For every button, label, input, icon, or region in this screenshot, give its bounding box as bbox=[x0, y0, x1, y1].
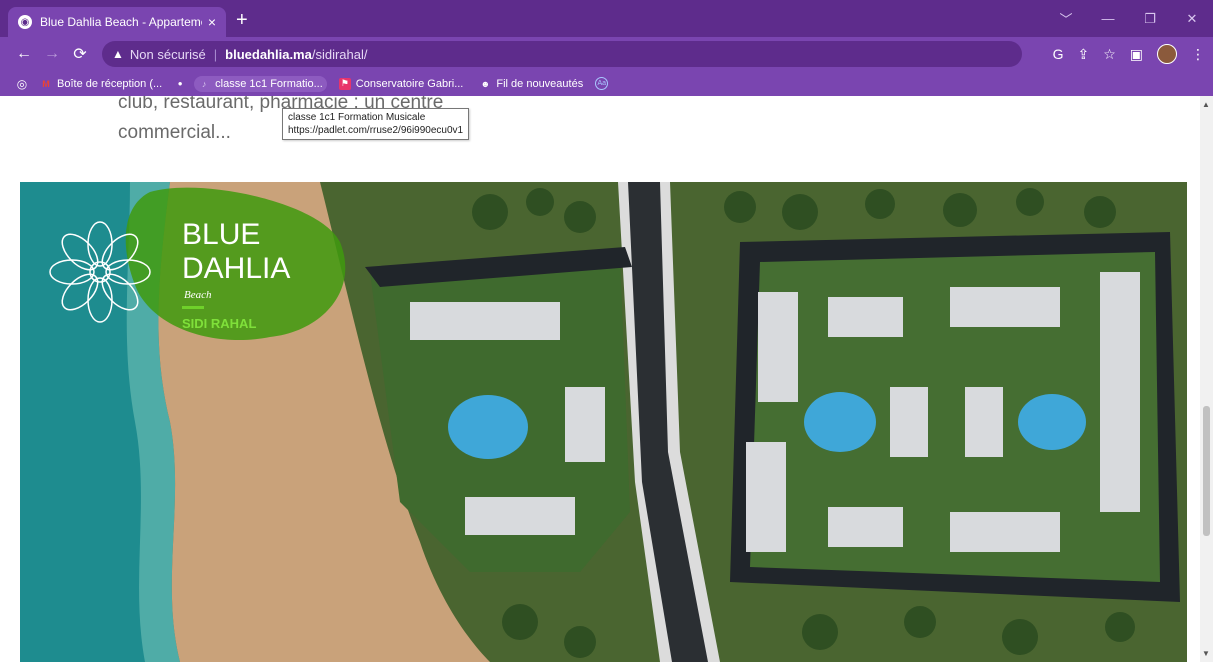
url-host: bluedahlia.ma bbox=[225, 46, 312, 62]
page-scrollbar[interactable]: ▲ ▼ bbox=[1200, 96, 1213, 662]
padlet-icon: ♪ bbox=[201, 78, 207, 89]
google-icon[interactable]: G bbox=[1053, 46, 1064, 62]
new-tab-button[interactable]: + bbox=[236, 10, 248, 30]
bookmark-conservatoire[interactable]: ⚑ Conservatoire Gabri... bbox=[335, 76, 468, 92]
bookmark-feed[interactable]: ☻ Fil de nouveautés bbox=[475, 76, 587, 92]
bookmark-label: classe 1c1 Formatio... bbox=[215, 77, 323, 90]
reading-icon[interactable]: Aa bbox=[595, 77, 609, 90]
logo-text-blue: BLUE bbox=[182, 218, 260, 251]
address-bar[interactable]: ▲ Non sécurisé | bluedahlia.ma /sidiraha… bbox=[102, 41, 1022, 67]
tab-search-icon[interactable]: ﹀ bbox=[1045, 9, 1087, 28]
scroll-up-icon[interactable]: ▲ bbox=[1202, 100, 1210, 109]
logo-accent-bar bbox=[182, 306, 204, 309]
tab-close-icon[interactable]: × bbox=[208, 14, 216, 30]
pool-right bbox=[1018, 394, 1086, 450]
building bbox=[965, 387, 1003, 457]
building bbox=[410, 302, 560, 340]
scroll-down-icon[interactable]: ▼ bbox=[1202, 649, 1210, 658]
aerial-site-plan-image: BLUE DAHLIA Beach SIDI RAHAL bbox=[20, 182, 1187, 662]
toolbar-actions: G ⇪ ☆ ▣ ⋮ bbox=[1053, 37, 1205, 71]
apps-icon[interactable]: ◎ bbox=[16, 77, 28, 91]
browser-tab[interactable]: ◉ Blue Dahlia Beach - Appartemen × bbox=[8, 7, 226, 37]
browser-toolbar: ← → ⟳ ▲ Non sécurisé | bluedahlia.ma /si… bbox=[0, 37, 1213, 71]
tooltip-url: https://padlet.com/rruse2/96i990ecu0v1 bbox=[288, 125, 464, 136]
back-arrow-icon[interactable]: ← bbox=[10, 45, 38, 63]
building bbox=[1100, 272, 1140, 512]
scroll-thumb[interactable] bbox=[1203, 406, 1210, 536]
building bbox=[890, 387, 928, 457]
building bbox=[465, 497, 575, 535]
security-label[interactable]: Non sécurisé bbox=[130, 47, 206, 62]
feed-icon: ☻ bbox=[480, 78, 491, 89]
site-favicon-icon: ◉ bbox=[18, 15, 32, 29]
close-window-button[interactable]: ✕ bbox=[1171, 11, 1213, 27]
reload-icon[interactable]: ⟳ bbox=[66, 44, 94, 64]
pool-center bbox=[804, 392, 876, 452]
tooltip-title: classe 1c1 Formation Musicale bbox=[288, 112, 426, 123]
restore-button[interactable]: ❐ bbox=[1129, 11, 1171, 27]
building bbox=[746, 442, 786, 552]
url-path: /sidirahal/ bbox=[311, 46, 368, 62]
bookmark-label: Boîte de réception (... bbox=[57, 77, 163, 90]
bookmark-tooltip: classe 1c1 Formation Musicale https://pa… bbox=[282, 108, 470, 140]
building bbox=[950, 512, 1060, 552]
dot-icon[interactable]: ● bbox=[174, 78, 186, 90]
building bbox=[758, 292, 798, 402]
bookmark-star-icon[interactable]: ☆ bbox=[1103, 46, 1116, 63]
bookmark-label: Fil de nouveautés bbox=[496, 77, 584, 90]
bookmark-label: Conservatoire Gabri... bbox=[355, 77, 464, 90]
share-icon[interactable]: ⇪ bbox=[1077, 46, 1089, 63]
bookmark-gmail[interactable]: M Boîte de réception (... bbox=[36, 76, 166, 92]
omnibox-divider: | bbox=[213, 46, 218, 62]
logo-text-beach: Beach bbox=[184, 289, 212, 301]
profile-avatar[interactable] bbox=[1157, 44, 1177, 64]
building bbox=[828, 297, 903, 337]
warning-icon[interactable]: ▲ bbox=[112, 47, 124, 61]
logo-text-dahlia: DAHLIA bbox=[182, 252, 290, 285]
building bbox=[950, 287, 1060, 327]
logo-text-location: SIDI RAHAL bbox=[182, 316, 256, 331]
flag-icon: ⚑ bbox=[338, 77, 351, 90]
tab-title: Blue Dahlia Beach - Appartemen bbox=[40, 15, 202, 29]
side-panel-icon[interactable]: ▣ bbox=[1130, 46, 1143, 63]
gmail-icon: M bbox=[42, 78, 50, 89]
bookmarks-bar: ◎ M Boîte de réception (... ● ♪ classe 1… bbox=[0, 71, 1213, 96]
window-controls: ﹀ — ❐ ✕ bbox=[1045, 0, 1213, 37]
minimize-button[interactable]: — bbox=[1087, 11, 1129, 26]
building bbox=[565, 387, 605, 462]
menu-kebab-icon[interactable]: ⋮ bbox=[1191, 46, 1205, 63]
bookmark-padlet[interactable]: ♪ classe 1c1 Formatio... bbox=[194, 75, 327, 92]
forward-arrow-icon[interactable]: → bbox=[38, 45, 66, 63]
building bbox=[828, 507, 903, 547]
pool-left bbox=[448, 395, 528, 459]
browser-titlebar: ◉ Blue Dahlia Beach - Appartemen × + ﹀ —… bbox=[0, 0, 1213, 37]
